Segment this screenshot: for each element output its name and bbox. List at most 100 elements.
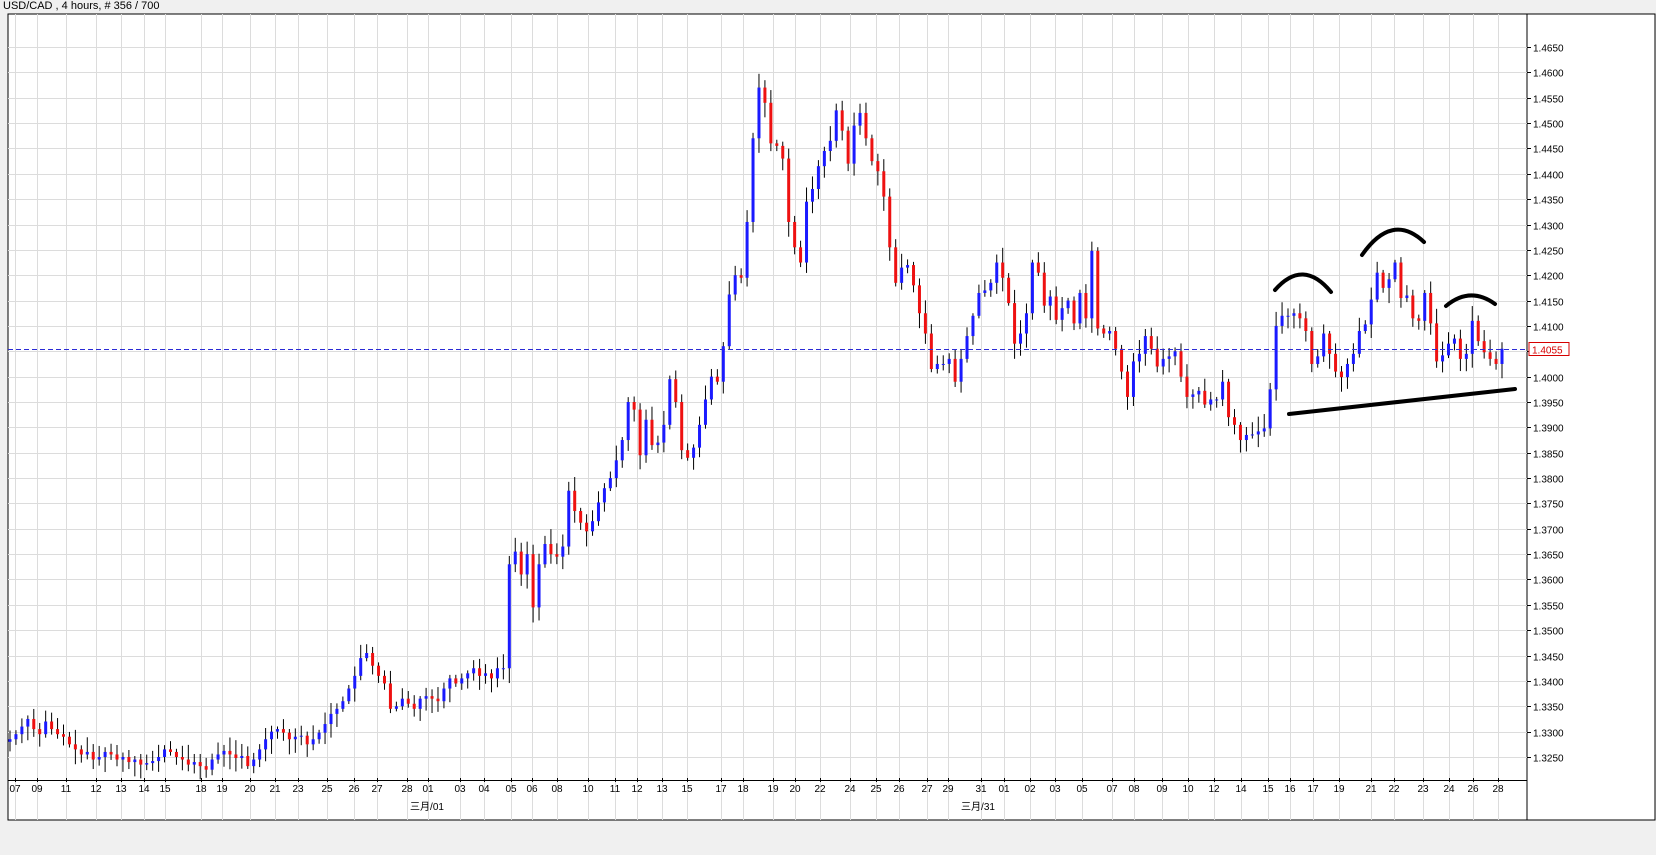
candle-body [513, 551, 517, 565]
x-tick-label: 21 [1365, 784, 1377, 795]
candle-body [709, 376, 713, 400]
candle-body [769, 102, 773, 144]
candle-body [656, 442, 660, 446]
month-label: 三月/01 [410, 801, 444, 813]
candle-body [151, 761, 155, 764]
candle-body [1298, 313, 1302, 319]
candle-body [293, 736, 297, 740]
y-tick-label: 1.4100 [1533, 323, 1564, 334]
x-tick-label: 25 [870, 784, 882, 795]
candle-body [258, 749, 262, 760]
candle-body [1411, 295, 1415, 319]
candle-body [1500, 348, 1504, 364]
y-tick-label: 1.4300 [1533, 222, 1564, 233]
candle-body [145, 763, 149, 765]
candle-body [216, 754, 220, 760]
candle-body [210, 759, 214, 770]
y-tick-label: 1.3750 [1533, 500, 1564, 511]
x-tick-label: 24 [1443, 784, 1455, 795]
candle-body [1429, 292, 1433, 324]
candle-body [192, 762, 196, 765]
candle-body [519, 551, 523, 575]
candle-body [478, 668, 482, 676]
candle-body [1185, 376, 1189, 397]
x-tick-label: 20 [244, 784, 256, 795]
candle-body [1494, 358, 1498, 364]
candle-body [983, 290, 987, 293]
candle-body [234, 754, 238, 759]
candle-body [1161, 358, 1165, 367]
candle-body [1155, 348, 1159, 367]
candle-body [793, 221, 797, 248]
candle-body [864, 112, 868, 139]
candle [680, 394, 684, 460]
candle-body [180, 757, 184, 760]
candle-body [602, 488, 606, 503]
y-tick-label: 1.3400 [1533, 678, 1564, 689]
y-tick-label: 1.4250 [1533, 247, 1564, 258]
x-tick-label: 12 [90, 784, 102, 795]
candle-body [852, 125, 856, 164]
candle-body [1488, 352, 1492, 359]
candle-body [1167, 356, 1171, 359]
candle-body [525, 554, 529, 575]
candle-body [626, 402, 630, 441]
candle-body [917, 285, 921, 314]
candle-body [929, 333, 933, 370]
y-tick-label: 1.3350 [1533, 703, 1564, 714]
candle-body [596, 502, 600, 522]
candle-body [1030, 262, 1034, 314]
x-tick-label: 17 [1307, 784, 1319, 795]
candle-body [79, 749, 83, 755]
x-tick-label: 07 [9, 784, 21, 795]
candle-body [1215, 399, 1219, 401]
candle-body [1387, 279, 1391, 288]
candle-body [721, 346, 725, 382]
x-tick-label: 13 [115, 784, 127, 795]
y-tick-label: 1.4200 [1533, 272, 1564, 283]
candle-body [1203, 390, 1207, 405]
candle-body [442, 688, 446, 702]
candle-body [460, 678, 464, 684]
y-tick-label: 1.4400 [1533, 171, 1564, 182]
candle-body [995, 262, 999, 283]
candle [1268, 382, 1272, 436]
candle-body [549, 544, 553, 555]
candle-body [20, 726, 24, 735]
candle-body [727, 294, 731, 347]
candle-body [1274, 325, 1278, 390]
x-tick-label: 17 [715, 784, 727, 795]
candle-body [359, 658, 363, 676]
candle-body [644, 419, 648, 456]
candle-body [353, 675, 357, 689]
candle-body [1084, 292, 1088, 319]
candle-body [941, 363, 945, 365]
candle-body [412, 703, 416, 709]
candle-body [698, 424, 702, 448]
x-tick-label: 18 [195, 784, 207, 795]
y-tick-label: 1.4000 [1533, 374, 1564, 385]
x-tick-label: 08 [1128, 784, 1140, 795]
candle-body [347, 688, 351, 702]
candle-body [1316, 356, 1320, 364]
x-tick-label: 05 [505, 784, 517, 795]
candle-body [115, 754, 119, 760]
candle-body [228, 750, 232, 755]
candle-body [299, 735, 303, 737]
candle-body [1304, 318, 1308, 331]
candlestick-chart[interactable]: 1.4650 1.4600 1.4550 1.4500 1.4450 1.4400 1.43… [0, 0, 1656, 855]
candle-body [1054, 296, 1058, 320]
candle-body [751, 138, 755, 222]
plot-area [7, 13, 1528, 821]
candle-body [1137, 353, 1141, 362]
candle-body [168, 749, 172, 752]
candle-body [454, 678, 458, 684]
candle-body [1244, 434, 1248, 441]
candle-body [894, 247, 898, 283]
candle-body [1280, 315, 1284, 326]
candle-body [1423, 292, 1427, 321]
x-tick-label: 27 [371, 784, 383, 795]
candle-body [484, 673, 488, 676]
x-tick-label: 09 [1156, 784, 1168, 795]
candle-body [638, 409, 642, 456]
